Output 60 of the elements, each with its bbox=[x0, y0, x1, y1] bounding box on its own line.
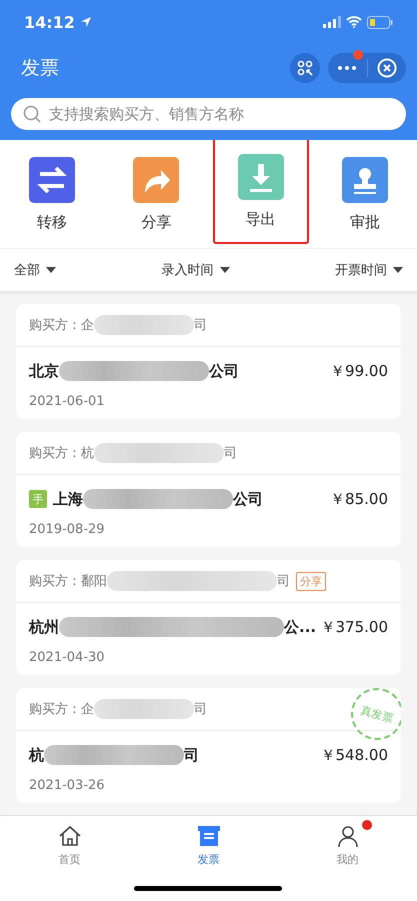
manual-badge: 手 bbox=[29, 490, 47, 508]
action-button[interactable]: 转移 bbox=[4, 140, 100, 248]
close-icon bbox=[376, 58, 397, 78]
amount-text: ￥375.00 bbox=[320, 618, 388, 636]
buyer-text: 司 bbox=[194, 317, 207, 334]
date-text: 2021-06-01 bbox=[28, 393, 106, 411]
home-icon bbox=[58, 824, 82, 848]
tab-button[interactable]: 发票 bbox=[139, 816, 278, 901]
buyer-text: 购买方：企 bbox=[29, 701, 94, 718]
seller-text: 杭 bbox=[29, 746, 44, 764]
seller-text: 公司 bbox=[233, 490, 263, 508]
action-button[interactable]: 导出 bbox=[212, 140, 309, 244]
battery-icon bbox=[367, 16, 393, 28]
search-field[interactable]: 支持搜索购买方、销售方名称 bbox=[11, 98, 406, 130]
caret-icon bbox=[393, 267, 403, 273]
seller-text: 公... bbox=[284, 618, 316, 636]
download-icon bbox=[238, 154, 284, 200]
swap-arrows-icon bbox=[29, 156, 76, 202]
amount-text: ￥99.00 bbox=[330, 362, 388, 380]
status-time: 14:12 bbox=[24, 12, 75, 32]
scan-button[interactable] bbox=[290, 53, 320, 83]
invoice-card[interactable]: 购买方：杭 司 手 上海 公司 ￥85.00 2019-08-29 bbox=[16, 432, 401, 547]
seller-text: 上海 bbox=[53, 490, 83, 508]
action-button[interactable]: 分享 bbox=[108, 140, 204, 248]
share-tag: 分享 bbox=[296, 572, 326, 590]
page-title: 发票 bbox=[21, 56, 59, 81]
filter-dropdown[interactable]: 全部 bbox=[14, 261, 56, 279]
scan-icon bbox=[297, 60, 313, 76]
caret-icon bbox=[220, 267, 230, 273]
stamp-icon bbox=[342, 156, 388, 202]
invoice-card[interactable]: 购买方：企 司 北京 公司 ￥99.00 2021-06-01 bbox=[16, 304, 401, 419]
amount-text: ￥85.00 bbox=[330, 490, 388, 508]
receipt-icon bbox=[196, 824, 220, 848]
amount-text: ￥548.00 bbox=[320, 746, 388, 764]
buyer-text: 司 bbox=[277, 573, 290, 590]
date-text: 2021-04-30 bbox=[28, 649, 106, 667]
invoice-card[interactable]: 购买方：企 司 真发票 杭 司 ￥548.00 2021-03-26 bbox=[16, 688, 401, 803]
date-text: 2021-03-26 bbox=[28, 777, 106, 795]
buyer-text: 购买方：鄱阳 bbox=[29, 573, 107, 590]
filter-dropdown[interactable]: 录入时间 bbox=[162, 261, 230, 279]
signal-icon bbox=[323, 16, 341, 28]
invoice-card[interactable]: 购买方：鄱阳 司 分享 杭州 公... ￥375.00 2021-04-30 bbox=[16, 560, 401, 675]
action-button[interactable]: 审批 bbox=[316, 140, 413, 248]
buyer-text: 购买方：杭 bbox=[29, 445, 94, 462]
seller-text: 北京 bbox=[29, 362, 59, 380]
location-icon bbox=[80, 16, 92, 28]
seller-text: 公司 bbox=[209, 362, 239, 380]
wifi-icon bbox=[346, 16, 362, 28]
caret-icon bbox=[46, 267, 56, 273]
seller-text: 杭州 bbox=[29, 618, 59, 636]
tab-button[interactable]: 首页 bbox=[0, 816, 139, 901]
buyer-text: 购买方：企 bbox=[29, 317, 94, 334]
filter-dropdown[interactable]: 开票时间 bbox=[335, 261, 403, 279]
buyer-text: 司 bbox=[224, 445, 237, 462]
more-icon bbox=[337, 65, 358, 71]
person-icon bbox=[336, 824, 360, 848]
buyer-text: 司 bbox=[194, 701, 207, 718]
seller-text: 司 bbox=[184, 746, 199, 764]
date-text: 2019-08-29 bbox=[28, 521, 106, 539]
tab-button[interactable]: 我的 bbox=[278, 816, 417, 901]
